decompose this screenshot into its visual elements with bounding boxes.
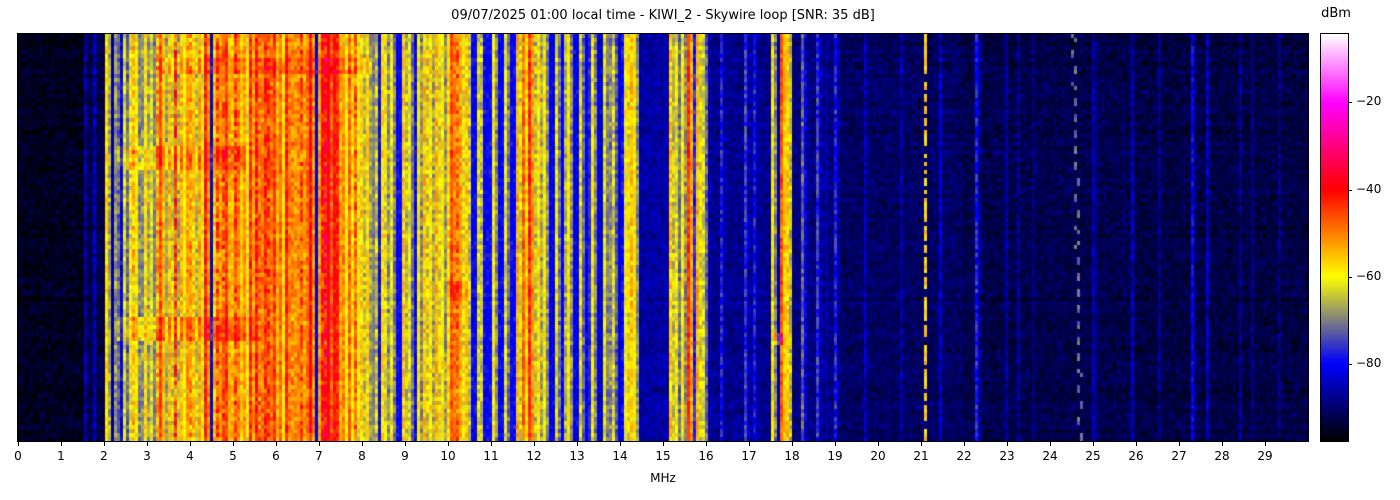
x-tick-label: 5 xyxy=(229,449,237,463)
x-tick-label: 21 xyxy=(913,449,929,463)
x-tick-mark xyxy=(190,442,191,446)
x-tick-label: 13 xyxy=(569,449,585,463)
x-tick-label: 20 xyxy=(870,449,886,463)
x-tick-mark xyxy=(964,442,965,446)
x-tick-mark xyxy=(921,442,922,446)
x-tick-mark xyxy=(1050,442,1051,446)
colorbar-tick-mark xyxy=(1348,102,1352,104)
colorbar-tick-mark xyxy=(1348,276,1352,278)
x-tick-label: 26 xyxy=(1128,449,1144,463)
x-axis-label: MHz xyxy=(650,471,676,485)
colorbar-tick-label: −60 xyxy=(1356,268,1382,283)
x-tick-label: 15 xyxy=(655,449,671,463)
colorbar-tick-mark xyxy=(1348,189,1352,191)
x-tick-mark xyxy=(147,442,148,446)
x-tick-mark xyxy=(61,442,62,446)
x-tick-label: 19 xyxy=(827,449,843,463)
colorbar-canvas xyxy=(1321,34,1348,441)
x-tick-mark xyxy=(362,442,363,446)
colorbar-tick-label: −80 xyxy=(1356,355,1382,370)
x-tick-label: 22 xyxy=(956,449,972,463)
x-tick-label: 17 xyxy=(741,449,757,463)
x-tick-mark xyxy=(878,442,879,446)
x-tick-mark xyxy=(1179,442,1180,446)
x-tick-mark xyxy=(835,442,836,446)
x-tick-mark xyxy=(319,442,320,446)
x-tick-mark xyxy=(1093,442,1094,446)
colorbar-tick-label: −40 xyxy=(1356,181,1382,196)
x-tick-mark xyxy=(448,442,449,446)
x-tick-label: 8 xyxy=(358,449,366,463)
x-tick-label: 24 xyxy=(1042,449,1058,463)
colorbar-unit-label: dBm xyxy=(1321,6,1351,21)
x-tick-label: 11 xyxy=(483,449,499,463)
x-tick-label: 9 xyxy=(401,449,409,463)
x-tick-label: 10 xyxy=(440,449,456,463)
x-tick-mark xyxy=(405,442,406,446)
x-tick-mark xyxy=(534,442,535,446)
spectrogram-plot-area xyxy=(17,33,1309,442)
x-tick-mark xyxy=(749,442,750,446)
x-tick-mark xyxy=(577,442,578,446)
x-tick-mark xyxy=(233,442,234,446)
x-tick-mark xyxy=(1007,442,1008,446)
x-tick-mark xyxy=(1222,442,1223,446)
x-tick-mark xyxy=(104,442,105,446)
x-tick-label: 25 xyxy=(1085,449,1101,463)
x-tick-label: 12 xyxy=(526,449,542,463)
x-tick-label: 14 xyxy=(612,449,628,463)
x-tick-label: 28 xyxy=(1214,449,1230,463)
x-tick-mark xyxy=(706,442,707,446)
x-tick-mark xyxy=(18,442,19,446)
x-tick-mark xyxy=(792,442,793,446)
x-tick-mark xyxy=(1265,442,1266,446)
x-tick-mark xyxy=(1136,442,1137,446)
x-tick-mark xyxy=(663,442,664,446)
x-tick-label: 3 xyxy=(143,449,151,463)
x-tick-label: 18 xyxy=(784,449,800,463)
x-tick-label: 1 xyxy=(57,449,65,463)
colorbar xyxy=(1320,33,1349,442)
x-tick-label: 23 xyxy=(999,449,1015,463)
x-tick-label: 0 xyxy=(14,449,22,463)
spectrogram-figure: 09/07/2025 01:00 local time - KIWI_2 - S… xyxy=(0,0,1400,500)
chart-title: 09/07/2025 01:00 local time - KIWI_2 - S… xyxy=(451,8,875,23)
x-tick-mark xyxy=(276,442,277,446)
x-tick-label: 6 xyxy=(272,449,280,463)
x-tick-label: 2 xyxy=(100,449,108,463)
colorbar-tick-label: −20 xyxy=(1356,94,1382,109)
x-tick-label: 4 xyxy=(186,449,194,463)
colorbar-tick-mark xyxy=(1348,363,1352,365)
x-tick-label: 7 xyxy=(315,449,323,463)
x-tick-mark xyxy=(620,442,621,446)
x-tick-mark xyxy=(491,442,492,446)
waterfall-canvas xyxy=(18,34,1308,441)
x-tick-label: 16 xyxy=(698,449,714,463)
x-tick-label: 29 xyxy=(1257,449,1273,463)
x-tick-label: 27 xyxy=(1171,449,1187,463)
